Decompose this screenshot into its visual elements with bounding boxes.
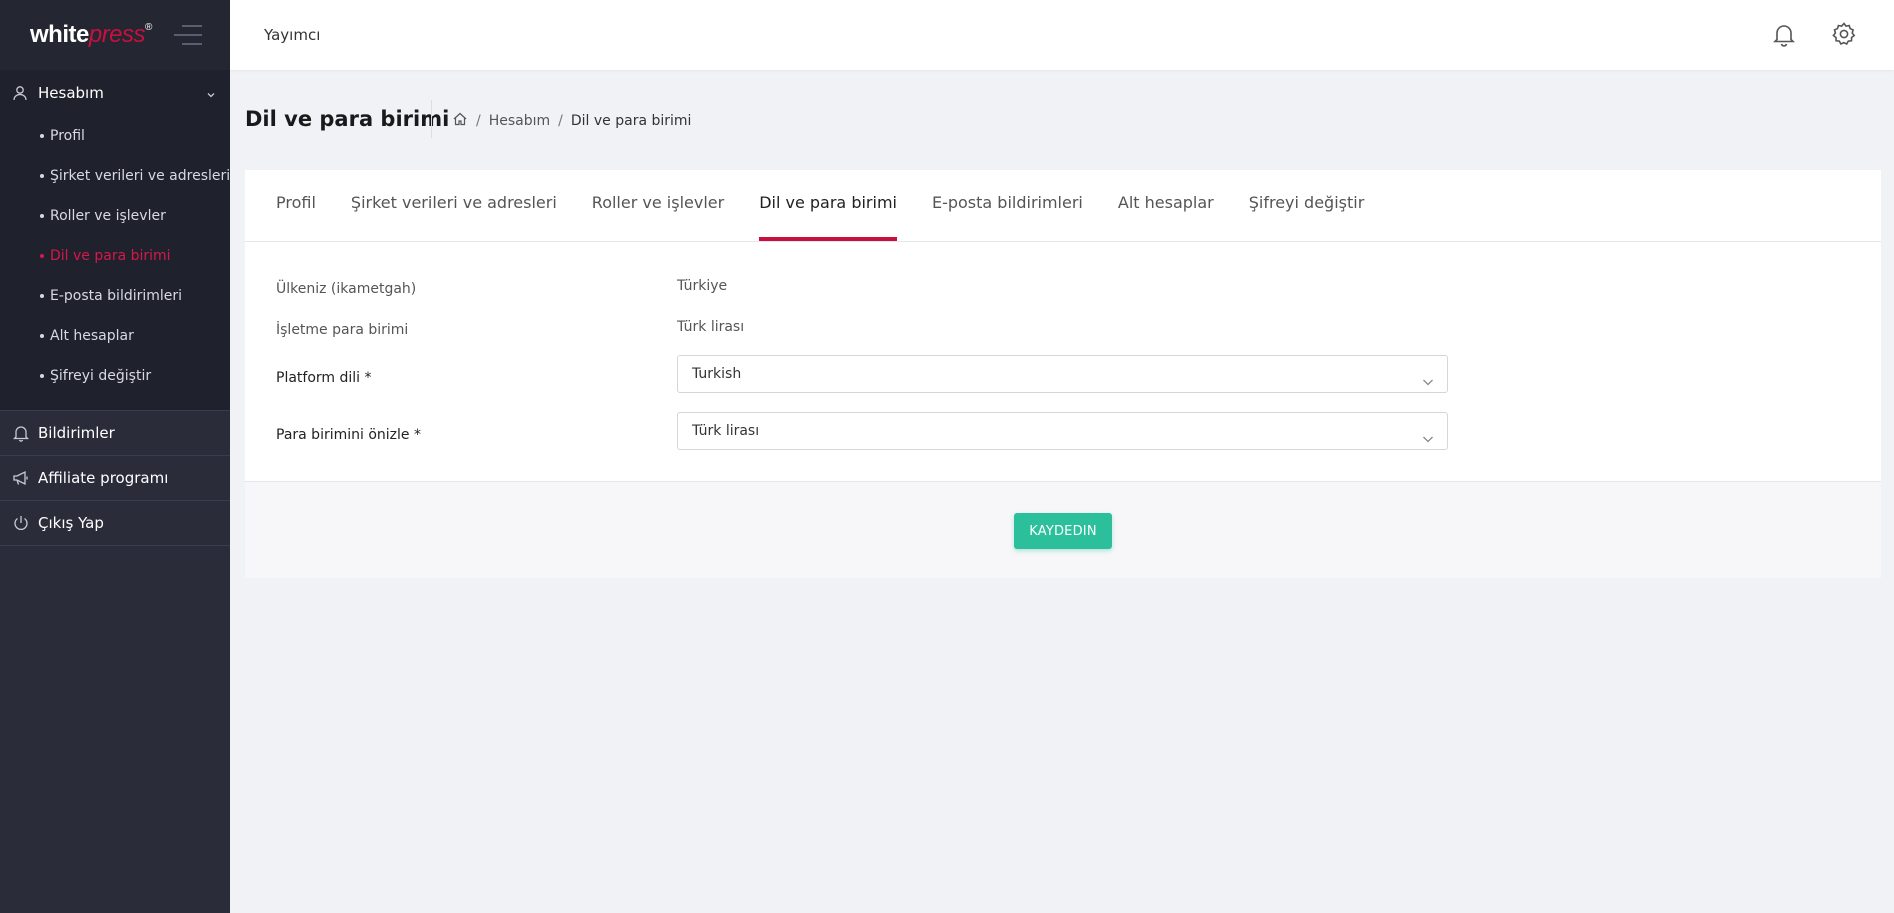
account-submenu: Profil Şirket verileri ve adresleri Roll… bbox=[0, 116, 230, 396]
logo-registered-mark: ® bbox=[145, 22, 152, 33]
home-icon[interactable] bbox=[452, 111, 468, 131]
title-divider bbox=[431, 100, 432, 138]
sidebar-item-label: Çıkış Yap bbox=[38, 514, 104, 532]
currency-row: İşletme para birimi Türk lirası bbox=[276, 319, 744, 338]
settings-card: Profil Şirket verileri ve adresleri Roll… bbox=[245, 170, 1881, 578]
country-label: Ülkeniz (ikametgah) bbox=[276, 281, 417, 297]
megaphone-icon bbox=[12, 469, 30, 487]
language-currency-form: Ülkeniz (ikametgah) Türkiye İşletme para… bbox=[245, 242, 1881, 480]
sidebar-item-label: Roller ve işlevler bbox=[50, 208, 166, 224]
breadcrumb: / Hesabım / Dil ve para birimi bbox=[452, 111, 691, 131]
sidebar-item-label: Şirket verileri ve adresleri bbox=[50, 168, 231, 184]
chevron-down-icon bbox=[206, 86, 216, 104]
sidebar-item-label: Alt hesaplar bbox=[50, 328, 134, 344]
power-icon bbox=[12, 514, 30, 532]
settings-gear-icon[interactable] bbox=[1830, 20, 1858, 48]
sidebar-item-notifications[interactable]: Bildirimler bbox=[0, 411, 230, 456]
currency-value: Türk lirası bbox=[677, 319, 745, 335]
save-button[interactable]: KAYDEDIN bbox=[1014, 513, 1112, 549]
breadcrumb-parent-link[interactable]: Hesabım bbox=[489, 113, 550, 129]
account-menu-section: Hesabım Profil Şirket verileri ve adresl… bbox=[0, 70, 230, 411]
platform-language-select[interactable]: Turkish bbox=[677, 355, 1448, 393]
sidebar-item-label: Profil bbox=[50, 128, 85, 144]
topbar-title: Yayımcı bbox=[264, 26, 321, 44]
preview-currency-select[interactable]: Türk lirası bbox=[677, 412, 1448, 450]
user-icon bbox=[12, 85, 28, 101]
sidebar-item-label: Affiliate programı bbox=[38, 469, 169, 487]
sidebar-item-account[interactable]: Hesabım bbox=[0, 70, 230, 116]
notifications-bell-icon[interactable] bbox=[1770, 20, 1798, 48]
menu-toggle-icon[interactable] bbox=[174, 25, 202, 45]
tab-profile[interactable]: Profil bbox=[276, 169, 316, 241]
sidebar-item-label: Bildirimler bbox=[38, 424, 115, 442]
platform-language-value: Turkish bbox=[692, 366, 742, 382]
sidebar-item-affiliate[interactable]: Affiliate programı bbox=[0, 456, 230, 501]
sidebar-item-sub-accounts[interactable]: Alt hesaplar bbox=[0, 316, 230, 356]
preview-currency-label: Para birimini önizle * bbox=[276, 427, 421, 443]
sidebar-item-label: E-posta bildirimleri bbox=[50, 288, 183, 304]
sidebar: whitepress® Hesabım Profil Şirket verile… bbox=[0, 0, 230, 913]
sidebar-item-label: Dil ve para birimi bbox=[50, 248, 171, 264]
sidebar-item-company-data[interactable]: Şirket verileri ve adresleri bbox=[0, 156, 230, 196]
tab-roles[interactable]: Roller ve işlevler bbox=[592, 169, 724, 241]
breadcrumb-current: Dil ve para birimi bbox=[570, 113, 692, 129]
chevron-down-icon bbox=[1421, 424, 1435, 460]
tab-email-notifications[interactable]: E-posta bildirimleri bbox=[932, 169, 1083, 241]
sidebar-item-roles[interactable]: Roller ve işlevler bbox=[0, 196, 230, 236]
page-title: Dil ve para birimi bbox=[245, 107, 450, 131]
tab-company-data[interactable]: Şirket verileri ve adresleri bbox=[351, 169, 557, 241]
country-value: Türkiye bbox=[677, 278, 728, 294]
sidebar-item-logout[interactable]: Çıkış Yap bbox=[0, 501, 230, 546]
platform-language-row: Platform dili * bbox=[276, 367, 372, 386]
platform-language-label: Platform dili * bbox=[276, 370, 372, 386]
sidebar-item-label: Hesabım bbox=[38, 84, 104, 102]
logo-text-press: press bbox=[88, 21, 146, 48]
breadcrumb-separator: / bbox=[476, 113, 481, 129]
logo-text-white: white bbox=[30, 21, 89, 48]
whitepress-logo[interactable]: whitepress® bbox=[30, 21, 152, 49]
chevron-down-icon bbox=[1421, 367, 1435, 403]
sidebar-item-change-password[interactable]: Şifreyi değiştir bbox=[0, 356, 230, 396]
preview-currency-value: Türk lirası bbox=[692, 423, 760, 439]
country-row: Ülkeniz (ikametgah) Türkiye bbox=[276, 278, 727, 297]
topbar: Yayımcı bbox=[230, 0, 1894, 70]
sidebar-item-email-notifications[interactable]: E-posta bildirimleri bbox=[0, 276, 230, 316]
card-footer: KAYDEDIN bbox=[245, 481, 1881, 578]
account-tabs: Profil Şirket verileri ve adresleri Roll… bbox=[245, 170, 1881, 242]
tab-sub-accounts[interactable]: Alt hesaplar bbox=[1118, 169, 1214, 241]
preview-currency-row: Para birimini önizle * bbox=[276, 424, 421, 443]
bell-icon bbox=[12, 424, 30, 442]
tab-change-password[interactable]: Şifreyi değiştir bbox=[1249, 169, 1365, 241]
sidebar-item-label: Şifreyi değiştir bbox=[50, 368, 152, 384]
sidebar-item-profile[interactable]: Profil bbox=[0, 116, 230, 156]
sidebar-header: whitepress® bbox=[0, 0, 230, 70]
currency-label: İşletme para birimi bbox=[276, 322, 409, 338]
tab-language-currency[interactable]: Dil ve para birimi bbox=[759, 169, 897, 241]
sidebar-item-language-currency[interactable]: Dil ve para birimi bbox=[0, 236, 230, 276]
breadcrumb-separator: / bbox=[558, 113, 563, 129]
